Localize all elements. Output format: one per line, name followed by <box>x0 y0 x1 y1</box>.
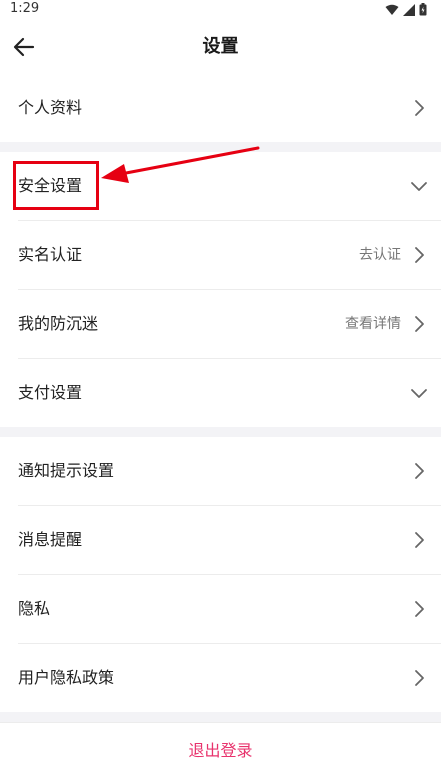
logout-button[interactable]: 退出登录 <box>0 723 441 779</box>
app-bar: 设置 <box>0 20 441 74</box>
chevron-right-icon <box>415 532 424 548</box>
chevron-right-icon <box>415 601 424 617</box>
settings-row-label: 实名认证 <box>18 245 83 264</box>
battery-icon <box>419 3 427 16</box>
settings-group-notifications: 通知提示设置 消息提醒 隐私 用户隐私政策 <box>0 437 441 712</box>
settings-row-value: 查看详情 <box>345 316 401 332</box>
chevron-right-icon <box>415 247 424 263</box>
annotation-highlight-box <box>13 161 99 210</box>
settings-row-privacy[interactable]: 隐私 <box>18 575 441 644</box>
settings-row-value: 去认证 <box>359 247 401 263</box>
settings-row-realname[interactable]: 实名认证 去认证 <box>18 221 441 290</box>
settings-row-label: 支付设置 <box>18 383 83 402</box>
status-icons <box>385 3 427 16</box>
settings-row-label: 通知提示设置 <box>18 461 115 480</box>
chevron-down-icon <box>411 182 427 191</box>
settings-row-label: 个人资料 <box>18 98 83 117</box>
logout-bar: 退出登录 <box>0 722 441 779</box>
settings-row-profile[interactable]: 个人资料 <box>18 74 441 142</box>
chevron-right-icon <box>415 316 424 332</box>
chevron-right-icon <box>415 670 424 686</box>
settings-row-label: 消息提醒 <box>18 530 83 549</box>
settings-row-label: 隐私 <box>18 599 51 618</box>
signal-icon <box>403 3 415 16</box>
settings-row-privacy-policy[interactable]: 用户隐私政策 <box>18 644 441 712</box>
settings-row-label: 我的防沉迷 <box>18 314 99 333</box>
wifi-icon <box>385 4 399 15</box>
status-time: 1:29 <box>10 1 40 16</box>
settings-row-notification[interactable]: 通知提示设置 <box>18 437 441 506</box>
chevron-down-icon <box>411 389 427 398</box>
status-bar: 1:29 <box>0 0 441 20</box>
chevron-right-icon <box>415 463 424 479</box>
settings-row-message-reminder[interactable]: 消息提醒 <box>18 506 441 575</box>
settings-row-payment[interactable]: 支付设置 <box>18 359 441 427</box>
settings-group-profile: 个人资料 <box>0 74 441 142</box>
page-title: 设置 <box>202 36 239 57</box>
settings-row-anti-addiction[interactable]: 我的防沉迷 查看详情 <box>18 290 441 359</box>
chevron-right-icon <box>415 100 424 116</box>
settings-row-label: 用户隐私政策 <box>18 668 115 687</box>
